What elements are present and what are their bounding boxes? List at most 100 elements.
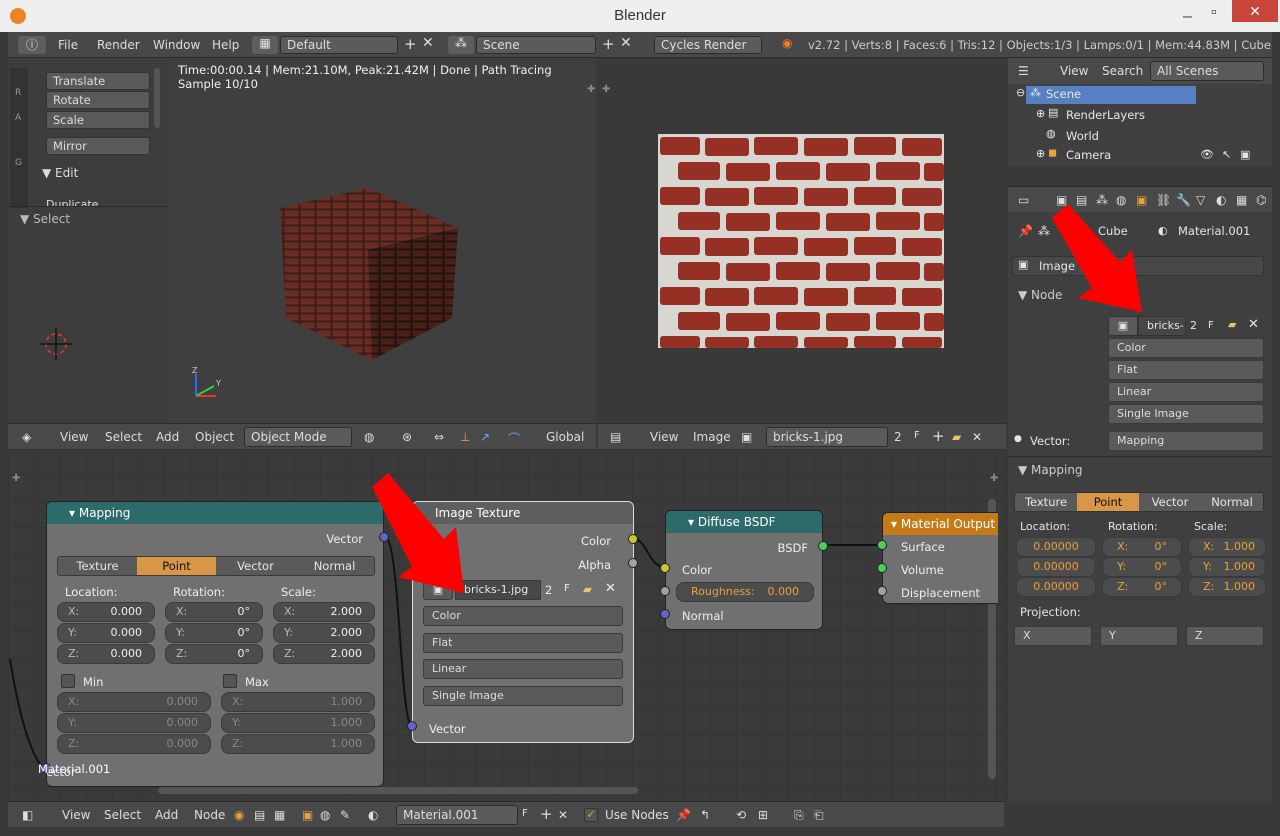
diffuse-normal-socket[interactable] [660,609,670,619]
scale-x-field[interactable]: X: 1.000 [1188,537,1266,557]
add-scene-button[interactable]: + [602,35,615,53]
tab-texture[interactable]: Texture [58,557,137,575]
outliner-menu-search[interactable]: Search [1102,64,1143,78]
interpolation-select[interactable]: Linear [423,659,623,679]
open-image-icon[interactable]: ▰ [583,582,592,596]
context-material[interactable]: Material.001 [1178,224,1250,238]
unlink-image-button[interactable]: ✕ [605,581,616,596]
rotate-button[interactable]: Rotate [46,91,150,109]
min-x-field[interactable]: X: 0.000 [57,692,211,712]
outliner-item-renderlayers[interactable]: RenderLayers [1066,108,1145,122]
output-displacement-socket[interactable] [877,586,887,596]
3d-viewport[interactable]: Time:00:00.14 | Mem:21.10M, Peak:21.42M … [40,58,596,423]
image-menu-view[interactable]: View [650,430,678,444]
tab-g[interactable]: G [15,158,22,168]
rotation-z-field[interactable]: Z: 0° [1102,577,1182,597]
color-space-select[interactable]: Color [1108,338,1264,358]
compositing-tree-icon[interactable]: ▦ [274,808,285,822]
scale-y-field[interactable]: Y: 2.000 [273,623,375,643]
projection-select[interactable]: Flat [423,633,623,653]
vector-input-select[interactable]: Mapping [1108,431,1264,451]
visibility-eye-icon[interactable]: 👁 [1200,148,1214,161]
viewport-menu-select[interactable]: Select [105,430,142,444]
mapping-panel-header[interactable]: ▼ Mapping [1018,463,1083,477]
diffuse-bsdf-node[interactable]: ▾ Diffuse BSDF BSDF Color Roughness: 0.00… [665,510,823,630]
scene-icon[interactable]: ⁂ [448,36,474,54]
tab-r[interactable]: R [15,88,21,98]
tab-point[interactable]: Point [137,557,216,575]
outliner-display-select[interactable]: All Scenes [1150,61,1264,81]
info-editor-icon[interactable]: ⓘ [18,36,46,54]
use-nodes-checkbox[interactable]: ✓ [584,808,598,822]
material-output-header[interactable]: ▾ Material Output [883,513,998,535]
fake-user-button[interactable]: F [914,430,920,441]
projection-select[interactable]: Flat [1108,360,1264,380]
roughness-field[interactable]: Roughness: 0.000 [676,582,814,602]
snap-element-icon[interactable]: ⊞ [758,808,768,822]
max-z-field[interactable]: Z: 1.000 [221,734,375,754]
imgtex-vector-socket[interactable] [407,721,417,731]
node-editor[interactable]: ✚ ✚ ▾ Mapping Vector Texture Point Vecto… [8,449,1004,801]
unlink-image-button[interactable]: ✕ [1248,317,1259,332]
layout-icon[interactable]: ▦ [252,36,278,54]
fake-user-button[interactable]: F [564,583,570,594]
tab-normal[interactable]: Normal [295,557,374,575]
projection-x-select[interactable]: X [1014,626,1092,646]
viewport-menu-object[interactable]: Object [195,430,234,444]
unlink-material-button[interactable]: ✕ [558,808,568,822]
image-browse-icon[interactable]: ▣ [741,430,752,444]
min-checkbox[interactable] [61,674,75,688]
rotation-y-field[interactable]: Y: 0° [1102,557,1182,577]
color-space-select[interactable]: Color [423,606,623,626]
rotation-x-field[interactable]: X: 0° [1102,537,1182,557]
location-x-field[interactable]: X: 0.000 [57,602,155,622]
viewport-menu-add[interactable]: Add [156,430,179,444]
scene-field[interactable]: Scene [476,36,596,54]
snap-icon[interactable]: ⟲ [736,808,746,822]
tab-vector[interactable]: Vector [1139,493,1201,511]
max-y-field[interactable]: Y: 1.000 [221,713,375,733]
texture-tab-icon[interactable]: ▦ [1236,193,1247,207]
remove-scene-button[interactable]: ✕ [620,35,632,51]
imgtex-alpha-socket[interactable] [628,558,638,568]
image-menu-image[interactable]: Image [693,430,731,444]
node-menu-select[interactable]: Select [104,808,141,822]
scale-manipulator-icon[interactable]: ⌒ [508,430,520,447]
diffuse-roughness-socket[interactable] [660,586,670,596]
tab-vector[interactable]: Vector [216,557,295,575]
outliner-type-icon[interactable]: ☰ [1018,64,1029,78]
location-z-field[interactable]: Z: 0.000 [57,644,155,664]
pin-icon[interactable]: 📌 [676,808,691,822]
output-volume-socket[interactable] [877,563,887,573]
image-source-select[interactable]: Single Image [1108,404,1264,424]
texture-tree-icon[interactable]: ▤ [254,808,265,822]
diffuse-color-socket[interactable] [660,563,670,573]
pivot-icon[interactable]: ⊛ [402,430,412,444]
collapse-icon[interactable]: ⊖ [1016,86,1025,99]
scale-x-field[interactable]: X: 2.000 [273,602,375,622]
rotation-z-field[interactable]: Z: 0° [165,644,263,664]
manipulator-icon[interactable]: ⇔ [434,430,444,444]
paste-nodes-icon[interactable]: ⎗ [814,808,824,823]
outliner-item-scene[interactable]: Scene [1026,86,1196,104]
shader-tree-icon[interactable]: ◉ [234,808,244,822]
node-editor-type-icon[interactable]: ◧ [22,808,33,822]
max-x-field[interactable]: X: 1.000 [221,692,375,712]
menu-file[interactable]: File [58,38,78,52]
scale-z-field[interactable]: Z: 2.000 [273,644,375,664]
scale-button[interactable]: Scale [46,111,150,129]
viewport-menu-view[interactable]: View [60,430,88,444]
edit-panel-header[interactable]: ▼ Edit [42,166,78,180]
imgtex-color-socket[interactable] [628,534,638,544]
material-browse-icon[interactable]: ◐ [368,808,378,822]
node-menu-node[interactable]: Node [194,808,225,822]
parent-tree-icon[interactable]: ↰ [700,808,710,822]
editor-type-icon[interactable]: ◈ [22,430,31,444]
menu-window[interactable]: Window [153,38,200,52]
material-tab-icon[interactable]: ◐ [1216,193,1226,207]
expand-icon[interactable]: ⊕ [1036,107,1045,120]
select-panel-header[interactable]: ▼ Select [20,212,70,226]
world-icon[interactable]: ◍ [320,808,330,822]
menu-help[interactable]: Help [212,38,239,52]
projection-y-select[interactable]: Y [1100,626,1178,646]
